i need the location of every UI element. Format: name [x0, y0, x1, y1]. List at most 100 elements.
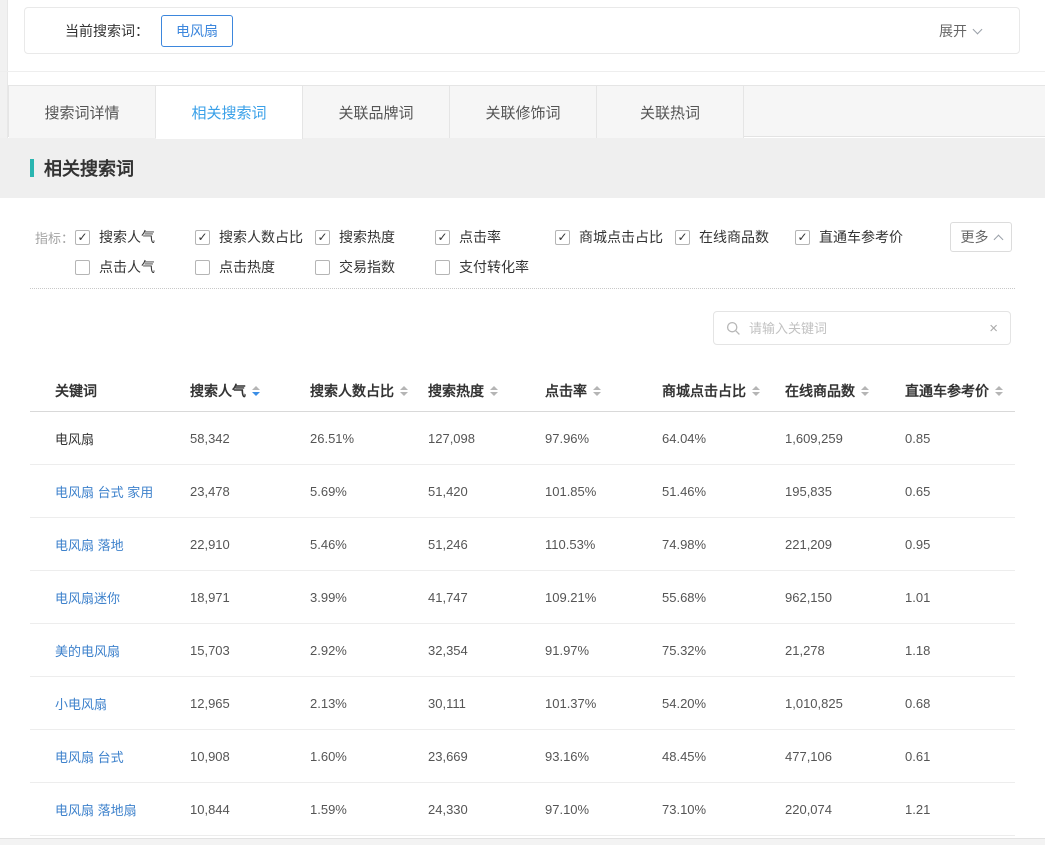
expand-toggle[interactable]: 展开 — [939, 21, 981, 41]
ztc-ref-price-cell: 0.95 — [905, 537, 1015, 552]
more-button[interactable]: 更多 — [950, 222, 1012, 252]
tab-item[interactable]: 关联热词 — [597, 86, 744, 138]
mall-click-share-cell: 55.68% — [662, 590, 785, 605]
metric-checkbox-item[interactable]: 点击率 — [435, 227, 555, 247]
tab-bar: 搜索词详情 相关搜索词 关联品牌词 关联修饰词 关联热词 — [8, 85, 1045, 137]
sort-icon[interactable] — [252, 386, 260, 396]
sort-icon[interactable] — [861, 386, 869, 396]
searcher-share-cell: 26.51% — [310, 431, 428, 446]
tab-item[interactable]: 相关搜索词 — [156, 86, 303, 139]
metric-label: 在线商品数 — [699, 227, 769, 247]
more-label: 更多 — [961, 227, 989, 247]
checkbox-icon[interactable] — [195, 260, 210, 275]
metric-label: 搜索热度 — [339, 227, 395, 247]
metric-checkbox-item[interactable]: 交易指数 — [315, 257, 435, 277]
sort-icon[interactable] — [490, 386, 498, 396]
search-heat-cell: 24,330 — [428, 802, 545, 817]
metric-checkbox-item[interactable]: 搜索热度 — [315, 227, 435, 247]
metric-checkbox-item[interactable]: 搜索人数占比 — [195, 227, 315, 247]
tab-label: 关联修饰词 — [485, 102, 560, 123]
keyword-cell[interactable]: 小电风扇 — [30, 694, 190, 713]
online-products-cell: 220,074 — [785, 802, 905, 817]
keyword-cell[interactable]: 电风扇 落地扇 — [30, 800, 190, 819]
column-header[interactable]: 搜索人数占比 — [310, 381, 428, 401]
sort-icon[interactable] — [400, 386, 408, 396]
checkbox-icon[interactable] — [795, 230, 810, 245]
sort-icon[interactable] — [593, 386, 601, 396]
checkbox-icon[interactable] — [315, 260, 330, 275]
checkbox-icon[interactable] — [195, 230, 210, 245]
searcher-share-cell: 1.60% — [310, 749, 428, 764]
search-popularity-cell: 10,908 — [190, 749, 310, 764]
column-header[interactable]: 点击率 — [545, 381, 662, 401]
click-rate-cell: 97.10% — [545, 802, 662, 817]
ztc-ref-price-cell: 1.01 — [905, 590, 1015, 605]
keyword-cell[interactable]: 电风扇 落地 — [30, 535, 190, 554]
online-products-cell: 1,010,825 — [785, 696, 905, 711]
keyword-cell[interactable]: 电风扇迷你 — [30, 588, 190, 607]
search-popularity-cell: 15,703 — [190, 643, 310, 658]
expand-label: 展开 — [939, 21, 967, 41]
column-header[interactable]: 搜索人气 — [190, 381, 310, 401]
checkbox-icon[interactable] — [555, 230, 570, 245]
checkbox-icon[interactable] — [435, 260, 450, 275]
metric-checkbox-item[interactable]: 支付转化率 — [435, 257, 555, 277]
clear-search-icon[interactable]: × — [989, 321, 998, 336]
sort-icon[interactable] — [752, 386, 760, 396]
metric-checkbox-item[interactable]: 在线商品数 — [675, 227, 795, 247]
column-header[interactable]: 直通车参考价 — [905, 381, 1015, 401]
searcher-share-cell: 2.92% — [310, 643, 428, 658]
searcher-share-cell: 2.13% — [310, 696, 428, 711]
keyword-cell[interactable]: 电风扇 台式 — [30, 747, 190, 766]
keyword-cell: 电风扇 — [30, 429, 190, 448]
keyword-cell[interactable]: 电风扇 台式 家用 — [30, 482, 190, 501]
ztc-ref-price-cell: 0.85 — [905, 431, 1015, 446]
column-header[interactable]: 在线商品数 — [785, 381, 905, 401]
column-header[interactable]: 商城点击占比 — [662, 381, 785, 401]
tab-item[interactable]: 关联品牌词 — [303, 86, 450, 138]
search-input[interactable] — [749, 321, 989, 336]
checkbox-icon[interactable] — [75, 230, 90, 245]
click-rate-cell: 109.21% — [545, 590, 662, 605]
page-bottom-edge — [0, 838, 1045, 845]
metric-checkbox-item[interactable]: 商城点击占比 — [555, 227, 675, 247]
section-title: 相关搜索词 — [44, 155, 134, 181]
checkbox-icon[interactable] — [75, 260, 90, 275]
related-keywords-table: 关键词 搜索人气 搜索人数占比 搜索热度 — [30, 370, 1015, 836]
search-heat-cell: 23,669 — [428, 749, 545, 764]
metric-checkbox-item[interactable]: 点击热度 — [195, 257, 315, 277]
keyword-searchbox: × — [713, 311, 1011, 345]
ztc-ref-price-cell: 0.68 — [905, 696, 1015, 711]
sort-icon[interactable] — [995, 386, 1003, 396]
search-popularity-cell: 23,478 — [190, 484, 310, 499]
keyword-cell[interactable]: 美的电风扇 — [30, 641, 190, 660]
metric-filter-row-1: 指标： 搜索人气 搜索人数占比 — [30, 222, 1015, 252]
ztc-ref-price-cell: 0.65 — [905, 484, 1015, 499]
search-heat-cell: 32,354 — [428, 643, 545, 658]
table-row: 电风扇 落地 22,910 5.46% 51,246 110.53% 74.98… — [30, 518, 1015, 571]
table-body: 电风扇 58,342 26.51% 127,098 97.96% 64.04% … — [30, 412, 1015, 836]
keyword-tag[interactable]: 电风扇 — [161, 15, 233, 47]
metric-checkbox-item[interactable]: 点击人气 — [75, 257, 195, 277]
table-row: 电风扇迷你 18,971 3.99% 41,747 109.21% 55.68%… — [30, 571, 1015, 624]
checkbox-icon[interactable] — [435, 230, 450, 245]
column-header[interactable]: 搜索热度 — [428, 381, 545, 401]
checkbox-icon[interactable] — [315, 230, 330, 245]
metric-checkbox-item[interactable]: 直通车参考价 — [795, 227, 915, 247]
metric-items-row1: 搜索人气 搜索人数占比 搜索热度 — [75, 227, 915, 247]
online-products-cell: 221,209 — [785, 537, 905, 552]
current-search-bar: 当前搜索词： 电风扇 展开 — [24, 7, 1020, 54]
online-products-cell: 962,150 — [785, 590, 905, 605]
tab-item[interactable]: 搜索词详情 — [9, 86, 156, 138]
teal-accent-bar — [30, 159, 34, 177]
tab-item[interactable]: 关联修饰词 — [450, 86, 597, 138]
search-icon — [726, 321, 741, 336]
left-gutter — [0, 0, 8, 138]
search-heat-cell: 51,420 — [428, 484, 545, 499]
mall-click-share-cell: 64.04% — [662, 431, 785, 446]
metric-checkbox-item[interactable]: 搜索人气 — [75, 227, 195, 247]
checkbox-icon[interactable] — [675, 230, 690, 245]
column-header[interactable]: 关键词 — [30, 381, 190, 401]
dotted-divider — [30, 288, 1015, 289]
online-products-cell: 195,835 — [785, 484, 905, 499]
